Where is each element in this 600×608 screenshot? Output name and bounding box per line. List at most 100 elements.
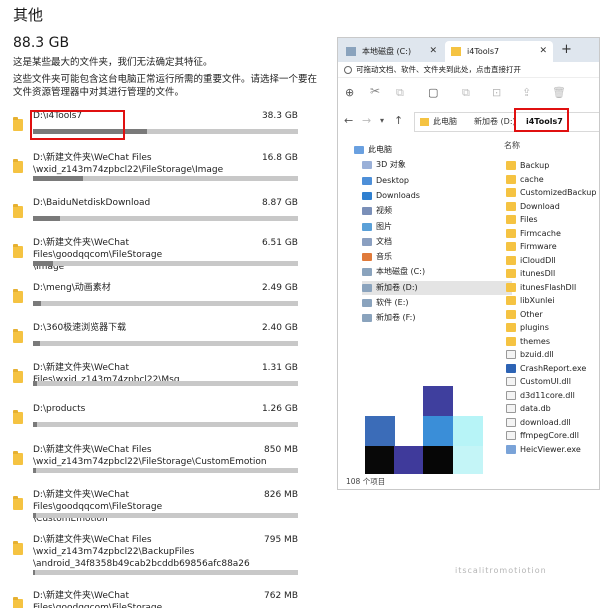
- nav-icon: [362, 207, 372, 216]
- size-bar: [33, 381, 298, 386]
- breadcrumb[interactable]: 此电脑 新加卷 (D:) i4Tools7: [414, 112, 599, 132]
- nav-item[interactable]: 3D 对象: [362, 158, 406, 172]
- share-icon[interactable]: ⇪: [522, 86, 531, 100]
- size-bar: [33, 176, 298, 181]
- folder-size: 762 MB: [264, 591, 298, 601]
- file-row[interactable]: download.dll: [506, 416, 571, 429]
- nav-item[interactable]: 视频: [362, 204, 392, 218]
- nav-icon: [362, 299, 372, 307]
- folder-size: 2.40 GB: [261, 323, 298, 333]
- size-bar-fill: [33, 176, 84, 181]
- file-row[interactable]: Download: [506, 200, 560, 213]
- folder-row[interactable]: D:\新建文件夹\WeChat Files \wxid_z143m74zpbcl…: [13, 534, 303, 575]
- file-row[interactable]: plugins: [506, 321, 549, 334]
- nav-item[interactable]: 文档: [362, 235, 392, 249]
- forward-icon[interactable]: →: [362, 114, 371, 127]
- file-row[interactable]: cache: [506, 173, 544, 186]
- file-row[interactable]: Firmware: [506, 240, 557, 253]
- folder-icon: [506, 269, 516, 278]
- breadcrumb-item[interactable]: 此电脑: [433, 113, 457, 131]
- file-row[interactable]: data.db: [506, 402, 551, 415]
- breadcrumb-item[interactable]: 新加卷 (D:): [474, 113, 516, 131]
- close-icon[interactable]: ✕: [539, 41, 547, 62]
- folder-row[interactable]: D:\新建文件夹\WeChat Files \wxid_z143m74zpbcl…: [13, 444, 303, 478]
- info-bar: 可拖动文档、软件、文件夹到此处，点击直接打开: [338, 62, 599, 78]
- folder-icon: [13, 410, 23, 424]
- folder-size: 1.26 GB: [261, 404, 298, 414]
- nav-item-label: 视频: [376, 206, 392, 216]
- cut-icon[interactable]: ✂: [370, 84, 380, 98]
- folder-size: 16.8 GB: [261, 153, 298, 163]
- nav-icon: [354, 146, 364, 154]
- size-bar: [33, 261, 298, 266]
- folder-row[interactable]: D:\新建文件夹\WeChat Files\goodqqcom\FileStor…: [13, 489, 303, 524]
- tab-bar: 本地磁盘 (C:) ✕ i4Tools7 ✕ +: [338, 38, 599, 62]
- nav-item[interactable]: 音乐: [362, 250, 392, 264]
- file-row[interactable]: libXunlei: [506, 294, 555, 307]
- folder-icon: [13, 289, 23, 303]
- size-bar: [33, 422, 298, 427]
- file-row[interactable]: iCloudDll: [506, 254, 556, 267]
- add-icon[interactable]: ⊕: [345, 86, 354, 100]
- file-row[interactable]: CustomUI.dll: [506, 375, 571, 388]
- tab-local-disk-c[interactable]: 本地磁盘 (C:) ✕: [340, 41, 443, 62]
- nav-item-label: 文档: [376, 236, 392, 246]
- folder-size: 1.31 GB: [261, 363, 298, 373]
- file-row[interactable]: itunesFlashDll: [506, 281, 576, 294]
- nav-item[interactable]: Downloads: [362, 189, 420, 203]
- file-row[interactable]: itunesDll: [506, 267, 555, 280]
- folder-row[interactable]: D:\新建文件夹\WeChat Files\wxid_z143m74zpbcl2…: [13, 362, 303, 396]
- file-row[interactable]: CustomizedBackup: [506, 186, 596, 199]
- nav-item[interactable]: 新加卷 (F:): [362, 311, 415, 325]
- file-name: bzuid.dll: [520, 350, 554, 359]
- folder-icon: [506, 255, 516, 265]
- size-bar: [33, 301, 298, 306]
- status-bar: 108 个项目: [346, 477, 386, 486]
- folder-row[interactable]: D:\BaiduNetdiskDownload 8.87 GB: [13, 197, 303, 231]
- folder-row[interactable]: D:\新建文件夹\WeChat Files \wxid_z143m74zpbcl…: [13, 152, 303, 186]
- total-size: 88.3 GB: [13, 35, 70, 51]
- nav-item[interactable]: Desktop: [362, 174, 409, 188]
- file-row[interactable]: Firmcache: [506, 227, 561, 240]
- folder-row[interactable]: D:\新建文件夹\WeChat Files\goodqqcom\FileStor…: [13, 237, 303, 272]
- nav-item[interactable]: 图片: [362, 220, 392, 234]
- tab-label: i4Tools7: [467, 47, 500, 56]
- file-row[interactable]: CrashReport.exe: [506, 362, 586, 375]
- file-row[interactable]: d3d11core.dll: [506, 389, 575, 402]
- back-icon[interactable]: ←: [344, 114, 353, 127]
- paste-icon[interactable]: ▢: [428, 86, 438, 100]
- folder-row[interactable]: D:\360极速浏览器下载 2.40 GB: [13, 322, 303, 356]
- description-line-3: 文件资源管理器中对其进行管理的文件。: [13, 87, 185, 98]
- size-bar: [33, 570, 298, 575]
- file-name: HeicViewer.exe: [520, 444, 581, 454]
- nav-item[interactable]: 此电脑: [354, 143, 392, 157]
- nav-item[interactable]: 软件 (E:): [362, 296, 409, 310]
- file-row[interactable]: bzuid.dll: [506, 348, 554, 361]
- folder-icon: [506, 161, 516, 170]
- file-row[interactable]: themes: [506, 335, 550, 348]
- nav-icon: [362, 237, 372, 246]
- file-row[interactable]: HeicViewer.exe: [506, 443, 581, 456]
- file-row[interactable]: ffmpegCore.dll: [506, 429, 579, 442]
- folder-row[interactable]: D:\新建文件夹\WeChat Files\goodqqcom\FileStor…: [13, 590, 303, 608]
- copy-icon[interactable]: ⧉: [396, 86, 404, 100]
- nav-icon: [362, 268, 372, 277]
- copy-icon[interactable]: ⧉: [462, 86, 470, 100]
- name-column-header[interactable]: 名称: [504, 140, 520, 151]
- file-row[interactable]: Backup: [506, 159, 549, 172]
- file-row[interactable]: Other: [506, 308, 543, 321]
- info-icon: [344, 66, 352, 74]
- file-row[interactable]: Files: [506, 213, 538, 226]
- delete-icon[interactable]: 🗑: [552, 86, 566, 100]
- up-icon[interactable]: ↑: [394, 114, 403, 127]
- highlight-box: [514, 108, 569, 132]
- new-tab-button[interactable]: +: [561, 41, 572, 59]
- close-icon[interactable]: ✕: [429, 41, 437, 62]
- nav-item[interactable]: 本地磁盘 (C:): [362, 265, 425, 279]
- chevron-down-icon[interactable]: ▾: [380, 116, 384, 125]
- tab-i4tools7[interactable]: i4Tools7 ✕: [445, 41, 553, 62]
- folder-row[interactable]: D:\meng\动画素材 2.49 GB: [13, 282, 303, 316]
- rename-icon[interactable]: ⊡: [492, 86, 501, 100]
- folder-row[interactable]: D:\products 1.26 GB: [13, 403, 303, 437]
- nav-item[interactable]: 新加卷 (D:): [362, 280, 512, 295]
